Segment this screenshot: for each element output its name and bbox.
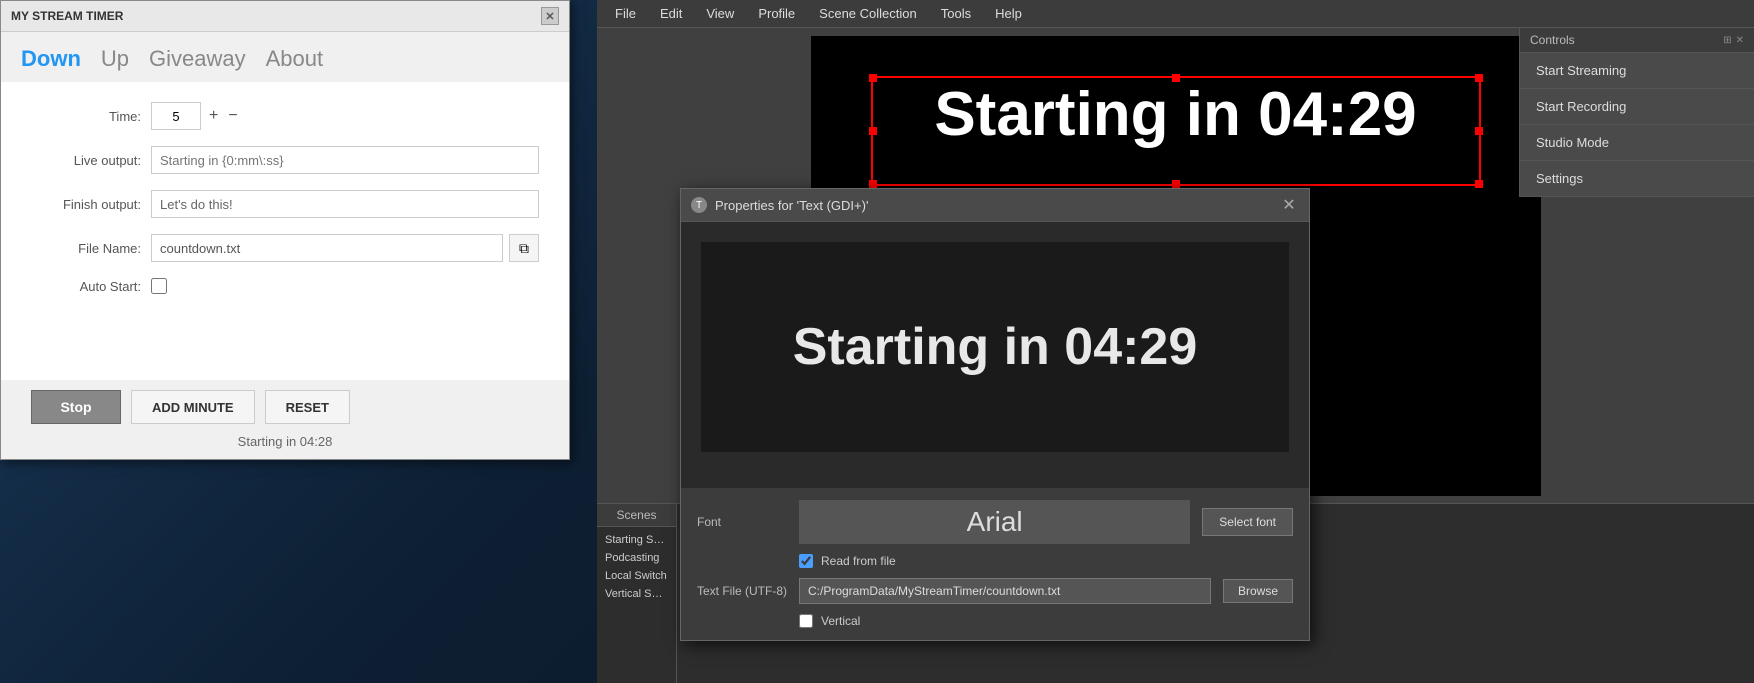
menu-scene-collection[interactable]: Scene Collection xyxy=(809,2,927,25)
obs-menubar: File Edit View Profile Scene Collection … xyxy=(597,0,1754,28)
dialog-close-btn[interactable]: ✕ xyxy=(1279,195,1299,215)
menu-view[interactable]: View xyxy=(696,2,744,25)
time-row: Time: 5 + − xyxy=(31,102,539,130)
font-row: Font Arial Select font xyxy=(697,500,1293,544)
scene-item-2[interactable]: Local Switch xyxy=(601,567,672,585)
handle-bm[interactable] xyxy=(1172,180,1180,188)
dialog-titlebar: T Properties for 'Text (GDI+)' ✕ xyxy=(681,189,1309,222)
stream-timer-window: MY STREAM TIMER ✕ Down Up Giveaway About… xyxy=(0,0,570,460)
select-font-btn[interactable]: Select font xyxy=(1202,508,1293,536)
time-input-group: 5 + − xyxy=(151,102,240,130)
live-output-label: Live output: xyxy=(31,153,141,168)
menu-edit[interactable]: Edit xyxy=(650,2,692,25)
file-name-label: File Name: xyxy=(31,241,141,256)
dialog-title: T Properties for 'Text (GDI+)' xyxy=(691,197,868,213)
scene-item-0[interactable]: Starting Soc... xyxy=(601,531,672,549)
nav-item-down[interactable]: Down xyxy=(21,46,81,72)
scenes-panel: Scenes Starting Soc... Podcasting Local … xyxy=(597,504,677,683)
read-from-file-checkbox[interactable] xyxy=(799,554,813,568)
start-recording-btn[interactable]: Start Recording xyxy=(1520,89,1754,125)
dialog-icon: T xyxy=(691,197,707,213)
reset-btn[interactable]: RESET xyxy=(265,390,350,424)
preview-timer-text: Starting in 04:29 xyxy=(811,84,1541,146)
controls-header-icons: ⊞ ✕ xyxy=(1723,35,1744,46)
nav-item-about[interactable]: About xyxy=(266,46,324,72)
nav-item-up[interactable]: Up xyxy=(101,46,129,72)
handle-tr[interactable] xyxy=(1475,74,1483,82)
obs-right-panel: Controls ⊞ ✕ Start Streaming Start Recor… xyxy=(1519,28,1754,197)
font-label: Font xyxy=(697,515,787,529)
handle-bl[interactable] xyxy=(869,180,877,188)
scenes-header: Scenes xyxy=(597,504,676,527)
dialog-preview: Starting in 04:29 xyxy=(701,242,1289,452)
vertical-label: Vertical xyxy=(821,614,860,628)
time-value: 5 xyxy=(151,102,201,130)
menu-file[interactable]: File xyxy=(605,2,646,25)
auto-start-label: Auto Start: xyxy=(31,279,141,294)
auto-start-row: Auto Start: xyxy=(31,278,539,294)
vertical-checkbox[interactable] xyxy=(799,614,813,628)
settings-btn[interactable]: Settings xyxy=(1520,161,1754,197)
dialog-preview-text: Starting in 04:29 xyxy=(793,317,1198,377)
finish-output-input[interactable] xyxy=(151,190,539,218)
live-output-input[interactable] xyxy=(151,146,539,174)
panel-icon-1: ⊞ xyxy=(1723,35,1731,46)
file-input-group: ⧉ xyxy=(151,234,539,262)
action-buttons-row: Stop ADD MINUTE RESET xyxy=(1,380,569,434)
menu-tools[interactable]: Tools xyxy=(931,2,981,25)
finish-output-label: Finish output: xyxy=(31,197,141,212)
timer-nav: Down Up Giveaway About xyxy=(1,32,569,82)
text-file-row: Text File (UTF-8) Browse xyxy=(697,578,1293,604)
controls-label: Controls xyxy=(1530,33,1575,47)
font-display: Arial xyxy=(799,500,1190,544)
nav-item-giveaway[interactable]: Giveaway xyxy=(149,46,246,72)
file-name-input[interactable] xyxy=(151,234,503,262)
handle-tl[interactable] xyxy=(869,74,877,82)
timer-status: Starting in 04:28 xyxy=(1,434,569,459)
handle-br[interactable] xyxy=(1475,180,1483,188)
file-name-row: File Name: ⧉ xyxy=(31,234,539,262)
time-decrement-btn[interactable]: − xyxy=(226,107,239,125)
timer-form: Time: 5 + − Live output: Finish output: … xyxy=(1,82,569,380)
dialog-controls: Font Arial Select font Read from file Te… xyxy=(681,488,1309,640)
properties-dialog: T Properties for 'Text (GDI+)' ✕ Startin… xyxy=(680,188,1310,641)
timer-title: MY STREAM TIMER xyxy=(11,9,123,23)
finish-output-row: Finish output: xyxy=(31,190,539,218)
start-streaming-btn[interactable]: Start Streaming xyxy=(1520,53,1754,89)
browse-btn[interactable]: Browse xyxy=(1223,579,1293,603)
menu-profile[interactable]: Profile xyxy=(748,2,805,25)
vertical-group: Vertical xyxy=(799,614,860,628)
time-increment-btn[interactable]: + xyxy=(207,107,220,125)
live-output-row: Live output: xyxy=(31,146,539,174)
auto-start-checkbox[interactable] xyxy=(151,278,167,294)
studio-mode-btn[interactable]: Studio Mode xyxy=(1520,125,1754,161)
scene-list: Starting Soc... Podcasting Local Switch … xyxy=(597,527,676,683)
dialog-title-text: Properties for 'Text (GDI+)' xyxy=(715,198,868,213)
stop-btn[interactable]: Stop xyxy=(31,390,121,424)
menu-help[interactable]: Help xyxy=(985,2,1032,25)
timer-close-btn[interactable]: ✕ xyxy=(541,7,559,25)
timer-titlebar: MY STREAM TIMER ✕ xyxy=(1,1,569,32)
read-from-file-group: Read from file xyxy=(799,554,896,568)
controls-header: Controls ⊞ ✕ xyxy=(1520,28,1754,53)
add-minute-btn[interactable]: ADD MINUTE xyxy=(131,390,255,424)
read-from-file-row: Read from file xyxy=(697,554,1293,568)
panel-icon-2: ✕ xyxy=(1736,35,1744,46)
dialog-content: Starting in 04:29 xyxy=(681,222,1309,488)
text-file-input[interactable] xyxy=(799,578,1211,604)
vertical-row: Vertical xyxy=(697,614,1293,628)
text-file-label: Text File (UTF-8) xyxy=(697,584,787,598)
scene-item-1[interactable]: Podcasting xyxy=(601,549,672,567)
copy-path-btn[interactable]: ⧉ xyxy=(509,234,539,262)
time-label: Time: xyxy=(31,109,141,124)
read-from-file-label: Read from file xyxy=(821,554,896,568)
scene-item-3[interactable]: Vertical Swit... xyxy=(601,585,672,603)
